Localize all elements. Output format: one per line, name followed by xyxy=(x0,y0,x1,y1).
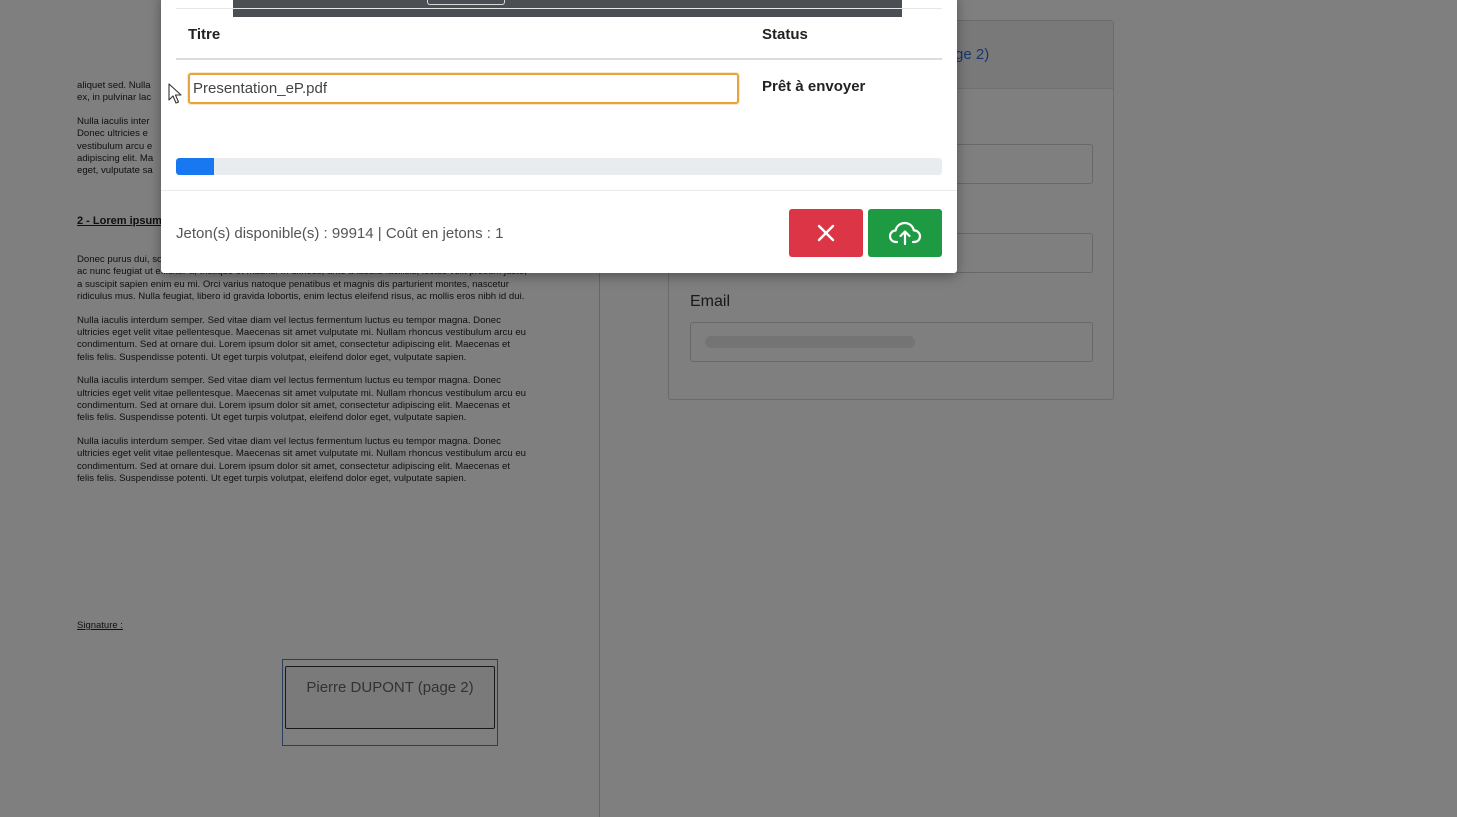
divider xyxy=(161,190,957,191)
mouse-cursor-icon xyxy=(168,83,182,104)
cancel-button[interactable] xyxy=(789,209,863,257)
column-header-status: Status xyxy=(762,26,808,43)
token-info: Jeton(s) disponible(s) : 99914 | Coût en… xyxy=(176,225,504,242)
upload-button[interactable] xyxy=(868,209,942,257)
close-icon xyxy=(817,224,835,242)
cloud-upload-icon xyxy=(888,221,922,246)
divider xyxy=(176,8,942,9)
divider xyxy=(176,58,942,60)
filename-input[interactable] xyxy=(188,73,739,104)
upload-progress-fill xyxy=(176,158,215,175)
upload-progress-bar xyxy=(176,158,942,175)
upload-modal: Titre Status Prêt à envoyer Jeton(s) dis… xyxy=(161,0,957,273)
status-text: Prêt à envoyer xyxy=(762,78,866,95)
column-header-title: Titre xyxy=(188,26,221,43)
top-bar-button[interactable] xyxy=(427,0,505,5)
